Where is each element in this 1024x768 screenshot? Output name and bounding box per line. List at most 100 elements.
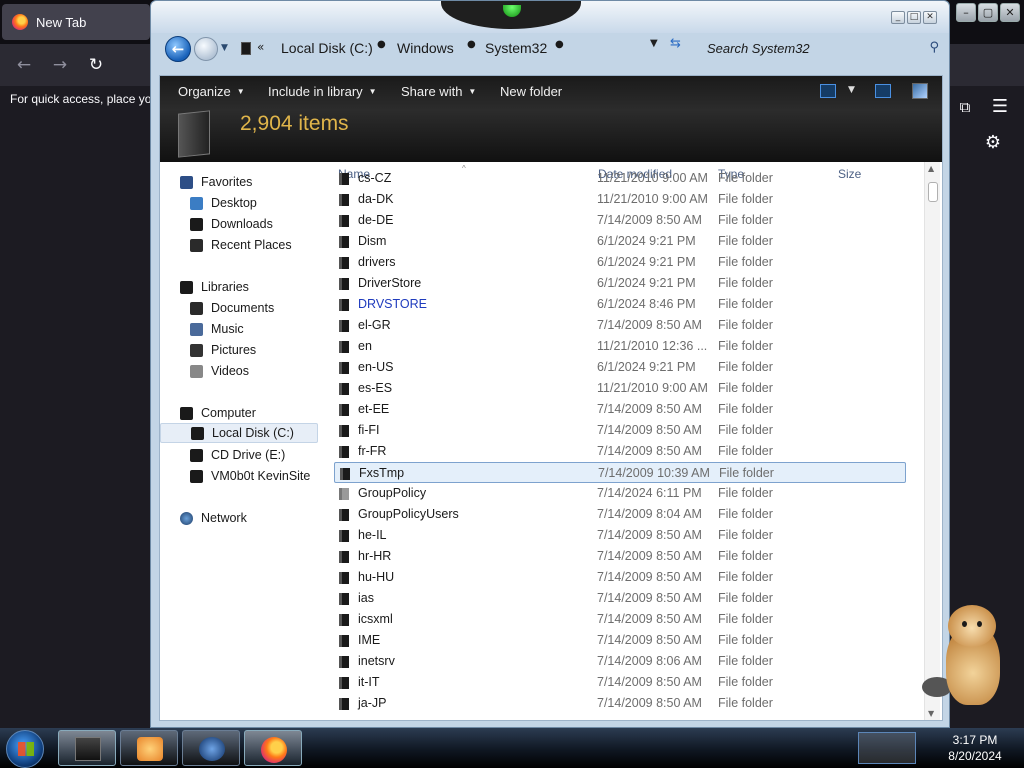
maximize-button[interactable]: □ bbox=[907, 11, 921, 24]
browser-tab-new-tab[interactable]: New Tab bbox=[2, 4, 150, 40]
table-row[interactable]: hu-HU 7/14/2009 8:50 AM File folder bbox=[334, 567, 906, 588]
extensions-icon[interactable]: ⧉ bbox=[955, 98, 975, 118]
forward-arrow-icon[interactable]: → bbox=[48, 54, 72, 76]
nav-libraries[interactable]: Libraries bbox=[180, 277, 249, 297]
table-row[interactable]: GroupPolicyUsers 7/14/2009 8:04 AM File fo… bbox=[334, 504, 906, 525]
include-in-library-button[interactable]: Include in library ▼ bbox=[268, 84, 377, 99]
table-row[interactable]: en 11/21/2010 12:36 ... File folder bbox=[334, 336, 906, 357]
pet-head bbox=[948, 605, 996, 647]
breadcrumb-local-disk[interactable]: Local Disk (C:) bbox=[281, 40, 373, 56]
table-row[interactable]: GroupPolicy 7/14/2024 6:11 PM File folder bbox=[334, 483, 906, 504]
file-date-modified: 7/14/2009 8:04 AM bbox=[597, 507, 702, 521]
table-row[interactable]: el-GR 7/14/2009 8:50 AM File folder bbox=[334, 315, 906, 336]
table-row[interactable]: en-US 6/1/2024 9:21 PM File folder bbox=[334, 357, 906, 378]
nav-downloads[interactable]: Downloads bbox=[190, 214, 273, 234]
chevron-left-icon[interactable]: « bbox=[257, 40, 264, 54]
table-row[interactable]: de-DE 7/14/2009 8:50 AM File folder bbox=[334, 210, 906, 231]
file-name: GroupPolicyUsers bbox=[358, 507, 459, 521]
breadcrumb-separator[interactable]: ● bbox=[555, 39, 564, 50]
new-folder-button[interactable]: New folder bbox=[500, 84, 562, 99]
nav-music[interactable]: Music bbox=[190, 319, 244, 339]
minimize-button[interactable]: _ bbox=[891, 11, 905, 24]
forward-button[interactable] bbox=[194, 37, 218, 61]
reload-icon[interactable]: ↻ bbox=[84, 54, 108, 76]
help-icon[interactable] bbox=[912, 83, 928, 99]
table-row[interactable]: fi-FI 7/14/2009 8:50 AM File folder bbox=[334, 420, 906, 441]
table-row[interactable]: hr-HR 7/14/2009 8:50 AM File folder bbox=[334, 546, 906, 567]
hamburger-menu-icon[interactable]: ☰ bbox=[990, 96, 1010, 118]
table-row[interactable]: da-DK 11/21/2010 9:00 AM File folder bbox=[334, 189, 906, 210]
table-row[interactable]: inetsrv 7/14/2009 8:06 AM File folder bbox=[334, 651, 906, 672]
breadcrumb-separator[interactable]: ● bbox=[467, 39, 476, 50]
table-row[interactable]: es-ES 11/21/2010 9:00 AM File folder bbox=[334, 378, 906, 399]
share-with-button[interactable]: Share with ▼ bbox=[401, 84, 476, 99]
breadcrumb-separator[interactable]: ● bbox=[377, 39, 386, 50]
view-options-dropdown-icon[interactable]: ▼ bbox=[848, 85, 855, 95]
taskbar-explorer-button[interactable] bbox=[58, 730, 116, 766]
preview-pane-icon[interactable] bbox=[875, 84, 891, 98]
navigation-pane: Favorites Desktop Downloads Recent Place… bbox=[160, 162, 334, 720]
search-icon[interactable]: ⚲ bbox=[929, 40, 939, 55]
breadcrumb-system32[interactable]: System32 bbox=[485, 40, 547, 56]
browser-close-button[interactable]: ✕ bbox=[1000, 3, 1020, 22]
file-date-modified: 7/14/2009 8:50 AM bbox=[597, 696, 702, 710]
table-row[interactable]: fr-FR 7/14/2009 8:50 AM File folder bbox=[334, 441, 906, 462]
change-view-icon[interactable] bbox=[820, 84, 836, 98]
table-row[interactable]: et-EE 7/14/2009 8:50 AM File folder bbox=[334, 399, 906, 420]
taskbar-clock[interactable]: 3:17 PM 8/20/2024 bbox=[940, 732, 1010, 764]
nav-recent-places[interactable]: Recent Places bbox=[190, 235, 292, 255]
start-button[interactable] bbox=[6, 730, 44, 768]
taskbar-firefox-button[interactable] bbox=[244, 730, 302, 766]
table-row[interactable]: ja-JP 7/14/2009 8:50 AM File folder bbox=[334, 693, 906, 714]
nav-documents[interactable]: Documents bbox=[190, 298, 274, 318]
nav-computer[interactable]: Computer bbox=[180, 403, 256, 423]
table-row[interactable]: icsxml 7/14/2009 8:50 AM File folder bbox=[334, 609, 906, 630]
breadcrumb[interactable]: « Local Disk (C:) ● Windows ● System32 ● bbox=[237, 37, 673, 61]
folder-icon bbox=[339, 446, 349, 458]
nav-videos[interactable]: Videos bbox=[190, 361, 249, 381]
nav-pictures[interactable]: Pictures bbox=[190, 340, 256, 360]
taskbar-media-player-button[interactable] bbox=[120, 730, 178, 766]
back-arrow-icon[interactable]: ← bbox=[12, 54, 36, 76]
table-row[interactable]: ias 7/14/2009 8:50 AM File folder bbox=[334, 588, 906, 609]
nav-cd-drive[interactable]: CD Drive (E:) bbox=[190, 445, 285, 465]
table-row[interactable]: Dism 6/1/2024 9:21 PM File folder bbox=[334, 231, 906, 252]
settings-gear-icon[interactable]: ⚙ bbox=[982, 132, 1004, 154]
nav-favorites[interactable]: Favorites bbox=[180, 172, 252, 192]
breadcrumb-windows[interactable]: Windows bbox=[397, 40, 454, 56]
browser-minimize-button[interactable]: – bbox=[956, 3, 976, 22]
nav-network[interactable]: Network bbox=[180, 508, 247, 528]
organize-button[interactable]: Organize ▼ bbox=[178, 84, 245, 99]
table-row[interactable]: FxsTmp 7/14/2009 10:39 AM File folder bbox=[334, 462, 906, 483]
browser-maximize-button[interactable]: ▢ bbox=[978, 3, 998, 22]
table-row[interactable]: it-IT 7/14/2009 8:50 AM File folder bbox=[334, 672, 906, 693]
hamster-desktop-pet[interactable] bbox=[922, 605, 1006, 705]
network-drive-icon bbox=[190, 469, 203, 483]
file-name: cs-CZ bbox=[358, 171, 392, 185]
notification-tray[interactable] bbox=[858, 732, 916, 764]
close-button[interactable]: ✕ bbox=[923, 11, 937, 24]
scroll-up-icon[interactable]: ▲ bbox=[928, 164, 934, 173]
address-dropdown-icon[interactable]: ▼ bbox=[650, 38, 658, 49]
nav-local-disk[interactable]: Local Disk (C:) bbox=[160, 423, 318, 443]
scroll-thumb[interactable] bbox=[928, 182, 938, 202]
search-input[interactable]: Search System32 ⚲ bbox=[703, 37, 943, 61]
scroll-down-icon[interactable]: ▼ bbox=[928, 709, 934, 718]
folder-icon bbox=[339, 593, 349, 605]
table-row[interactable]: DriverStore 6/1/2024 9:21 PM File folder bbox=[334, 273, 906, 294]
table-row[interactable]: cs-CZ 11/21/2010 9:00 AM File folder bbox=[334, 168, 906, 189]
nav-desktop[interactable]: Desktop bbox=[190, 193, 257, 213]
taskbar-network-button[interactable] bbox=[182, 730, 240, 766]
nav-network-share[interactable]: VM0b0t KevinSite bbox=[190, 466, 310, 486]
vertical-scrollbar[interactable]: ▲ ▼ bbox=[924, 162, 940, 720]
table-row[interactable]: drivers 6/1/2024 9:21 PM File folder bbox=[334, 252, 906, 273]
table-row[interactable]: DRVSTORE 6/1/2024 8:46 PM File folder bbox=[334, 294, 906, 315]
recent-pages-dropdown-icon[interactable]: ▼ bbox=[221, 41, 233, 55]
back-button[interactable]: ← bbox=[165, 36, 191, 62]
file-date-modified: 7/14/2009 8:50 AM bbox=[597, 549, 702, 563]
table-row[interactable]: IME 7/14/2009 8:50 AM File folder bbox=[334, 630, 906, 651]
refresh-icon[interactable]: ⇆ bbox=[670, 36, 681, 51]
table-row[interactable]: he-IL 7/14/2009 8:50 AM File folder bbox=[334, 525, 906, 546]
libraries-icon bbox=[180, 280, 193, 294]
tab-title: New Tab bbox=[36, 14, 87, 30]
